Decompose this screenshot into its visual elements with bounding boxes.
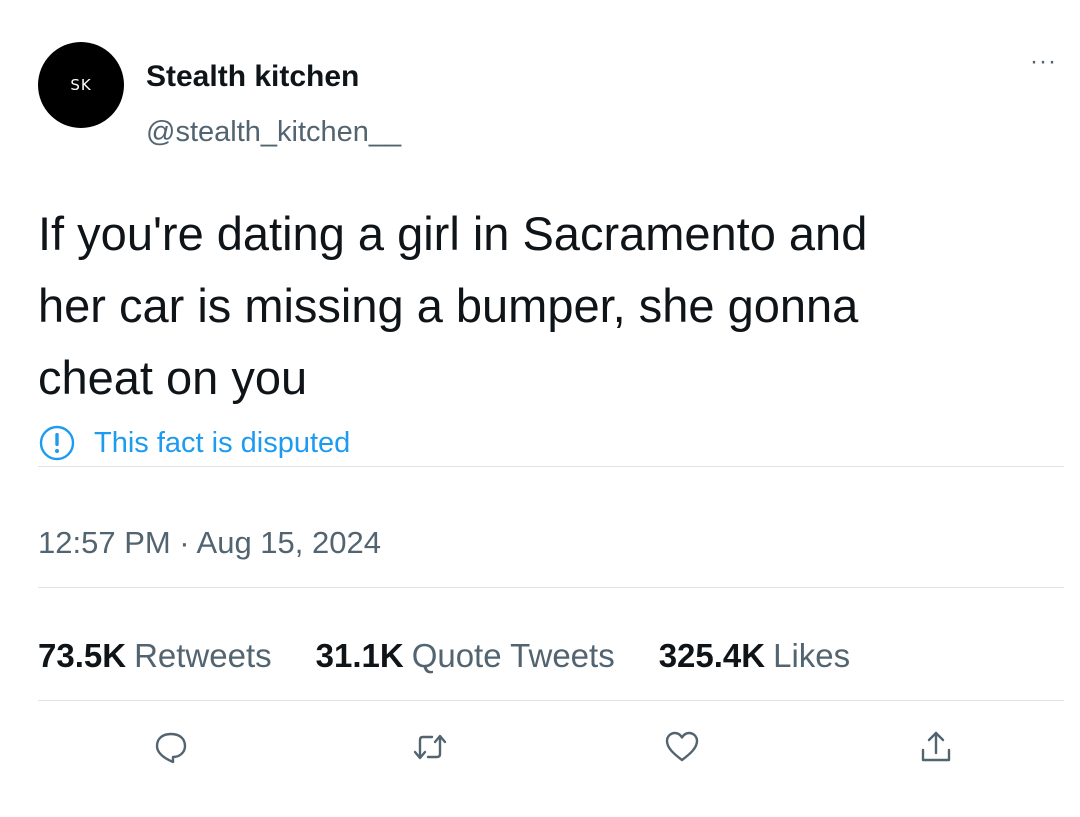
avatar-text: SK bbox=[70, 76, 92, 94]
more-dots-icon[interactable]: ··· bbox=[1030, 48, 1057, 76]
avatar[interactable]: SK bbox=[38, 42, 124, 128]
divider bbox=[38, 466, 1064, 467]
author-display-name[interactable]: Stealth kitchen bbox=[146, 60, 359, 94]
stat-likes[interactable]: 325.4K Likes bbox=[659, 637, 850, 675]
tweet-timestamp[interactable]: 12:57 PM · Aug 15, 2024 bbox=[38, 525, 381, 561]
retweet-icon bbox=[413, 734, 447, 760]
stat-retweets[interactable]: 73.5K Retweets bbox=[38, 637, 272, 675]
like-button[interactable] bbox=[658, 723, 706, 771]
author-handle[interactable]: @stealth_kitchen__ bbox=[146, 116, 401, 149]
notice-text: This fact is disputed bbox=[94, 426, 351, 459]
stat-label: Retweets bbox=[134, 637, 272, 674]
engagement-stats: 73.5K Retweets 31.1K Quote Tweets 325.4K Li… bbox=[38, 637, 894, 675]
stat-label: Quote Tweets bbox=[411, 637, 615, 674]
divider bbox=[38, 700, 1064, 701]
stat-quote-tweets[interactable]: 31.1K Quote Tweets bbox=[316, 637, 615, 675]
tweet-card: SK Stealth kitchen @stealth_kitchen__ ··… bbox=[0, 0, 1080, 817]
stat-count: 73.5K bbox=[38, 637, 127, 674]
disputed-notice-link[interactable]: This fact is disputed bbox=[38, 424, 350, 462]
info-alert-icon bbox=[38, 424, 76, 462]
reply-button[interactable] bbox=[147, 723, 195, 771]
stat-label: Likes bbox=[773, 637, 851, 674]
like-heart-icon bbox=[665, 731, 699, 762]
stat-count: 325.4K bbox=[658, 637, 766, 674]
share-icon bbox=[921, 731, 951, 762]
share-button[interactable] bbox=[912, 723, 960, 771]
stat-count: 31.1K bbox=[315, 637, 404, 674]
divider bbox=[38, 587, 1064, 588]
reply-icon bbox=[155, 732, 187, 764]
retweet-button[interactable] bbox=[406, 723, 454, 771]
tweet-text: If you're dating a girl in Sacramento an… bbox=[38, 207, 868, 404]
